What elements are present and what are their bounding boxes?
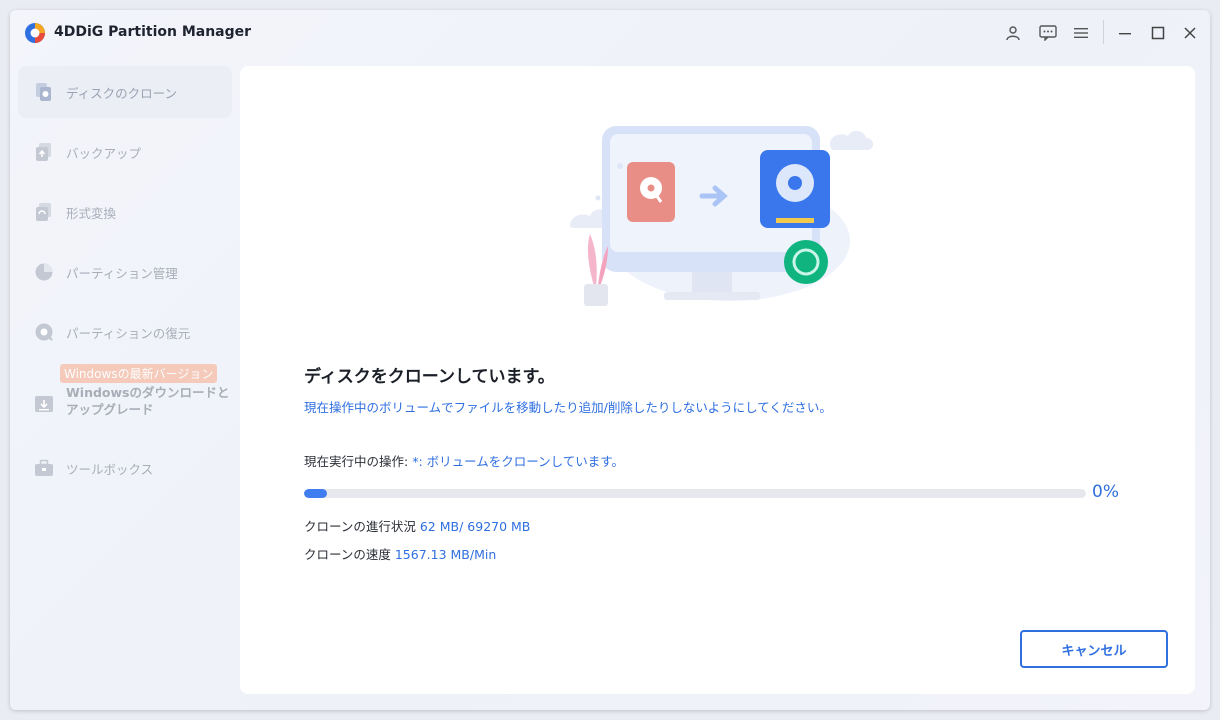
sidebar-item-disk-clone[interactable]: ディスクのクローン	[18, 66, 232, 118]
titlebar-divider	[1103, 20, 1104, 44]
backup-icon	[36, 143, 51, 161]
cancel-button[interactable]: キャンセル	[1020, 630, 1168, 668]
sidebar-item-partition-recovery[interactable]: パーティションの復元	[18, 306, 232, 358]
sidebar-item-windows-download[interactable]: Windowsの最新バージョン Windowsのダウンロードとアップグレード	[18, 364, 232, 428]
maximize-icon[interactable]	[1147, 22, 1169, 44]
sidebar-item-toolbox[interactable]: ツールボックス	[18, 442, 232, 494]
sidebar-item-backup[interactable]: バックアップ	[18, 126, 232, 178]
toolbox-icon	[35, 459, 53, 476]
partition-pie-icon	[35, 263, 53, 281]
clone-progress-value: 62 MB/ 69270 MB	[419, 519, 531, 534]
progress-bar	[304, 489, 1086, 498]
clone-progress: クローンの進行状況 62 MB/ 69270 MB	[304, 516, 530, 535]
current-operation-label: 現在実行中の操作:	[304, 454, 413, 469]
app-window: 4DDiG Partition Manager ディスクのクローン バックアップ	[10, 10, 1210, 710]
convert-icon	[36, 203, 51, 221]
close-icon[interactable]	[1179, 22, 1201, 44]
disk-clone-icon	[36, 83, 51, 101]
clone-speed-value: 1567.13 MB/Min	[394, 547, 497, 562]
account-icon[interactable]	[1002, 22, 1024, 44]
title-bar: 4DDiG Partition Manager	[10, 10, 1210, 56]
clone-speed: クローンの速度 1567.13 MB/Min	[304, 544, 496, 563]
clone-progress-label: クローンの進行状況	[304, 519, 420, 534]
app-logo-icon	[25, 23, 45, 43]
disk-clone-illustration	[570, 126, 874, 306]
windows-download-icon	[35, 396, 53, 412]
main-panel: ディスクをクローンしています。 現在操作中のボリュームでファイルを移動したり追加…	[240, 66, 1195, 694]
menu-icon[interactable]	[1070, 22, 1092, 44]
progress-percent: 0%	[1092, 482, 1119, 502]
sidebar-item-convert[interactable]: 形式変換	[18, 186, 232, 238]
warning-text: 現在操作中のボリュームでファイルを移動したり追加/削除したりしないようにしてくだ…	[304, 400, 832, 415]
progress-fill	[304, 489, 328, 498]
current-operation-value: *: ボリュームをクローンしています。	[412, 454, 624, 469]
current-operation: 現在実行中の操作: *: ボリュームをクローンしています。	[304, 451, 624, 470]
feedback-icon[interactable]	[1037, 22, 1059, 44]
minimize-icon[interactable]	[1114, 22, 1136, 44]
sidebar-item-partition-management[interactable]: パーティション管理	[18, 246, 232, 298]
partition-recovery-icon	[35, 323, 53, 341]
new-version-badge: Windowsの最新バージョン	[60, 364, 218, 383]
app-title: 4DDiG Partition Manager	[54, 24, 252, 40]
page-title: ディスクをクローンしています。	[304, 367, 555, 387]
clone-speed-label: クローンの速度	[304, 547, 395, 562]
